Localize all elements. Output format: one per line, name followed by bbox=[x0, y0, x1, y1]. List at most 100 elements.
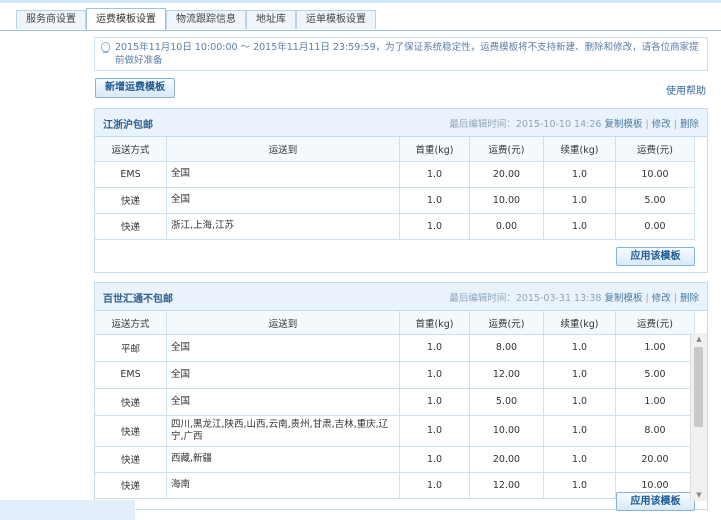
shipping-method-cell: 快递 bbox=[95, 213, 167, 239]
extra-fee-cell: 5.00 bbox=[616, 187, 695, 213]
extra-fee-cell: 5.00 bbox=[616, 361, 695, 388]
last-edit-time: 最后编辑时间：2015-10-10 14:26 bbox=[449, 119, 602, 130]
destination-cell: 全国 bbox=[167, 388, 400, 415]
destination-cell: 全国 bbox=[167, 334, 400, 361]
col-header-destination: 运送到 bbox=[167, 137, 400, 161]
first-weight-cell: 1.0 bbox=[400, 446, 470, 472]
col-header-first-fee: 运费(元) bbox=[470, 311, 544, 334]
tab-waybill-template-settings[interactable]: 运单模板设置 bbox=[296, 10, 376, 29]
shipping-method-cell: 平邮 bbox=[95, 334, 167, 361]
col-header-shipping-method: 运送方式 bbox=[95, 311, 167, 334]
destination-cell: 四川,黑龙江,陕西,山西,云南,贵州,甘肃,吉林,重庆,辽宁,广西 bbox=[167, 415, 400, 446]
delete-template-link[interactable]: 删除 bbox=[680, 119, 699, 130]
extra-fee-cell: 1.00 bbox=[616, 334, 695, 361]
extra-fee-cell: 1.00 bbox=[616, 388, 695, 415]
first-weight-cell: 1.0 bbox=[400, 388, 470, 415]
help-link[interactable]: 使用帮助 bbox=[666, 82, 706, 97]
table-row: 快递 浙江,上海,江苏 1.0 0.00 1.0 0.00 bbox=[95, 213, 695, 240]
extra-weight-cell: 1.0 bbox=[544, 388, 616, 415]
shipping-method-cell: 快递 bbox=[95, 472, 167, 498]
destination-cell: 西藏,新疆 bbox=[167, 446, 400, 472]
extra-weight-cell: 1.0 bbox=[544, 213, 616, 239]
shipping-method-cell: EMS bbox=[95, 161, 167, 187]
first-fee-cell: 12.00 bbox=[470, 361, 544, 388]
table-row: 快递 西藏,新疆 1.0 20.00 1.0 20.00 bbox=[95, 446, 695, 473]
notice-text: 2015年11月10日 10:00:00 ～ 2015年11月11日 23:59… bbox=[115, 42, 699, 66]
extra-weight-cell: 1.0 bbox=[544, 187, 616, 213]
extra-weight-cell: 1.0 bbox=[544, 334, 616, 361]
destination-cell: 海南 bbox=[167, 472, 400, 498]
col-header-extra-weight: 续重(kg) bbox=[544, 311, 616, 334]
maintenance-notice: 2015年11月10日 10:00:00 ～ 2015年11月11日 23:59… bbox=[94, 37, 708, 71]
copy-template-link[interactable]: 复制模板 bbox=[604, 119, 642, 130]
first-weight-cell: 1.0 bbox=[400, 187, 470, 213]
scroll-down-icon[interactable]: ▼ bbox=[691, 489, 707, 501]
template-header: 百世汇通不包邮 最后编辑时间：2015-03-31 13:38 复制模板 | 修… bbox=[95, 283, 707, 311]
first-weight-cell: 1.0 bbox=[400, 334, 470, 361]
extra-weight-cell: 1.0 bbox=[544, 415, 616, 446]
col-header-extra-fee: 运费(元) bbox=[616, 137, 695, 161]
tab-bar: 服务商设置 运费模板设置 物流跟踪信息 地址库 运单模板设置 bbox=[0, 8, 721, 31]
extra-fee-cell: 20.00 bbox=[616, 446, 695, 472]
destination-cell: 浙江,上海,江苏 bbox=[167, 213, 400, 239]
col-header-destination: 运送到 bbox=[167, 311, 400, 334]
extra-weight-cell: 1.0 bbox=[544, 472, 616, 498]
copy-template-link[interactable]: 复制模板 bbox=[604, 293, 642, 304]
edit-template-link[interactable]: 修改 bbox=[652, 119, 671, 130]
table-row: EMS 全国 1.0 20.00 1.0 10.00 bbox=[95, 161, 695, 188]
table-row: 平邮 全国 1.0 8.00 1.0 1.00 bbox=[95, 334, 695, 362]
shipping-method-cell: 快递 bbox=[95, 187, 167, 213]
apply-template-button[interactable]: 应用该模板 bbox=[616, 247, 695, 266]
col-header-extra-fee: 运费(元) bbox=[616, 311, 695, 334]
first-weight-cell: 1.0 bbox=[400, 361, 470, 388]
edit-template-link[interactable]: 修改 bbox=[652, 293, 671, 304]
delete-template-link[interactable]: 删除 bbox=[680, 293, 699, 304]
shipping-method-cell: 快递 bbox=[95, 415, 167, 446]
table-scrollbar[interactable]: ▲ ▼ bbox=[690, 333, 707, 501]
new-freight-template-button[interactable]: 新增运费模板 bbox=[95, 78, 175, 98]
tab-freight-template-settings[interactable]: 运费模板设置 bbox=[86, 8, 166, 30]
extra-weight-cell: 1.0 bbox=[544, 446, 616, 472]
first-fee-cell: 8.00 bbox=[470, 334, 544, 361]
template-meta: 最后编辑时间：2015-10-10 14:26 复制模板 | 修改 | 删除 bbox=[449, 119, 699, 130]
template-name: 江浙沪包邮 bbox=[103, 120, 153, 131]
shipping-method-cell: EMS bbox=[95, 361, 167, 388]
first-fee-cell: 20.00 bbox=[470, 446, 544, 472]
extra-weight-cell: 1.0 bbox=[544, 161, 616, 187]
first-fee-cell: 10.00 bbox=[470, 187, 544, 213]
table-row: 快递 海南 1.0 12.00 1.0 10.00 bbox=[95, 472, 695, 499]
apply-template-button[interactable]: 应用该模板 bbox=[616, 492, 695, 511]
template-panel-2: 百世汇通不包邮 最后编辑时间：2015-03-31 13:38 复制模板 | 修… bbox=[94, 282, 708, 511]
extra-fee-cell: 10.00 bbox=[616, 161, 695, 187]
first-weight-cell: 1.0 bbox=[400, 472, 470, 498]
scrollbar-thumb[interactable] bbox=[694, 347, 703, 427]
template-name: 百世汇通不包邮 bbox=[103, 294, 173, 305]
table-row: EMS 全国 1.0 12.00 1.0 5.00 bbox=[95, 361, 695, 389]
table-row: 快递 全国 1.0 10.00 1.0 5.00 bbox=[95, 187, 695, 214]
first-weight-cell: 1.0 bbox=[400, 161, 470, 187]
table-row: 快递 全国 1.0 5.00 1.0 1.00 bbox=[95, 388, 695, 416]
destination-cell: 全国 bbox=[167, 187, 400, 213]
template-panel-1: 江浙沪包邮 最后编辑时间：2015-10-10 14:26 复制模板 | 修改 … bbox=[94, 108, 708, 273]
template-header: 江浙沪包邮 最后编辑时间：2015-10-10 14:26 复制模板 | 修改 … bbox=[95, 109, 707, 137]
first-fee-cell: 5.00 bbox=[470, 388, 544, 415]
first-fee-cell: 0.00 bbox=[470, 213, 544, 239]
col-header-first-weight: 首重(kg) bbox=[400, 137, 470, 161]
tab-address-book[interactable]: 地址库 bbox=[246, 10, 296, 29]
top-accent-line bbox=[0, 0, 721, 3]
shipping-method-cell: 快递 bbox=[95, 388, 167, 415]
tab-logistics-tracking[interactable]: 物流跟踪信息 bbox=[166, 10, 246, 29]
extra-fee-cell: 0.00 bbox=[616, 213, 695, 239]
col-header-first-fee: 运费(元) bbox=[470, 137, 544, 161]
col-header-first-weight: 首重(kg) bbox=[400, 311, 470, 334]
col-header-shipping-method: 运送方式 bbox=[95, 137, 167, 161]
extra-weight-cell: 1.0 bbox=[544, 361, 616, 388]
destination-cell: 全国 bbox=[167, 361, 400, 388]
scroll-up-icon[interactable]: ▲ bbox=[691, 333, 707, 345]
destination-cell: 全国 bbox=[167, 161, 400, 187]
lightbulb-icon bbox=[101, 42, 110, 53]
status-strip bbox=[0, 500, 135, 520]
col-header-extra-weight: 续重(kg) bbox=[544, 137, 616, 161]
tab-provider-settings[interactable]: 服务商设置 bbox=[16, 10, 86, 29]
first-fee-cell: 20.00 bbox=[470, 161, 544, 187]
